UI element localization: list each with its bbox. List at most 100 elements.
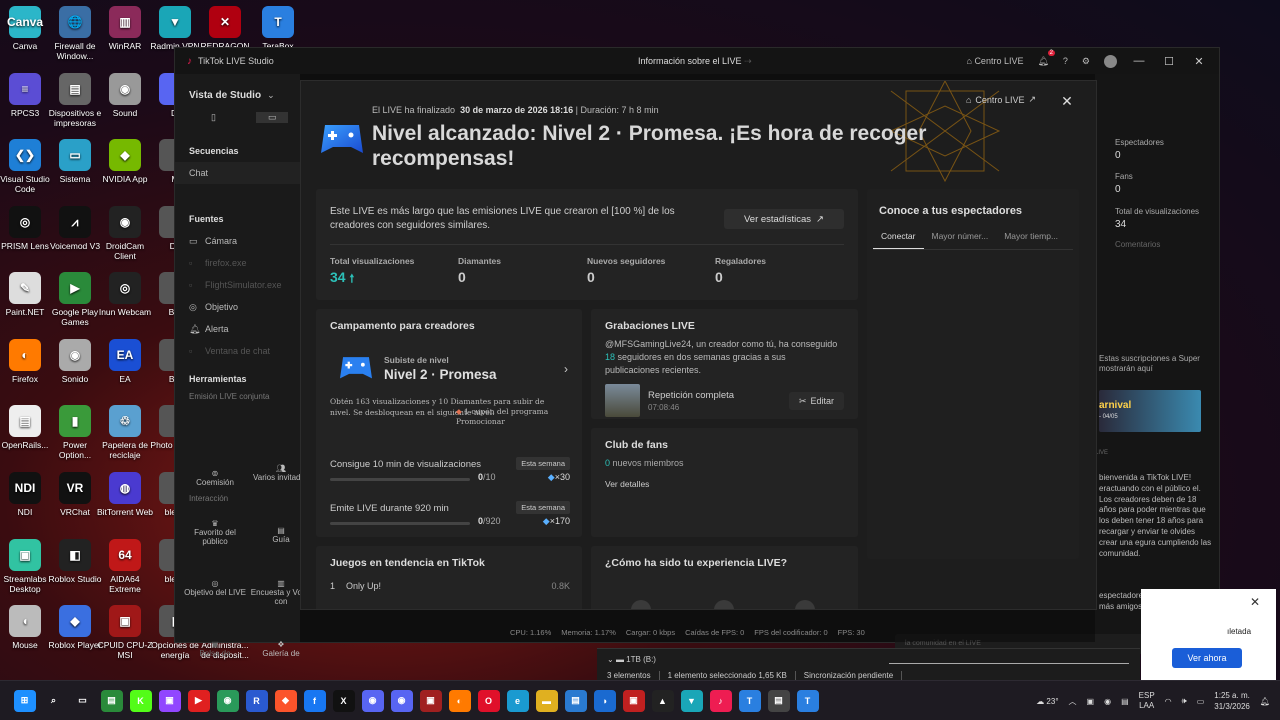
source-item[interactable]: ▫ firefox.exe: [175, 252, 300, 274]
desktop-icon[interactable]: T TeraBox: [249, 6, 307, 51]
drive-item[interactable]: ⌄ ▬ 1TB (B:): [607, 655, 656, 664]
start-icon[interactable]: ⊞: [13, 689, 36, 712]
tab-conectar[interactable]: Conectar: [873, 231, 924, 249]
modal-centro-live-label: Centro LIVE: [975, 94, 1025, 105]
landscape-icon[interactable]: ▭: [255, 111, 289, 123]
stats-card: Este LIVE es más largo que las emisiones…: [316, 189, 858, 300]
language-indicator[interactable]: ESP LAA: [1139, 691, 1155, 711]
x-icon[interactable]: X: [332, 689, 355, 712]
tab-mayor-numero[interactable]: Mayor númer...: [924, 231, 997, 249]
coemision-tool[interactable]: ⊚ Coemisión: [183, 469, 247, 487]
centro-live-label: Centro LIVE: [974, 56, 1024, 66]
source-item[interactable]: ▫ Ventana de chat: [175, 340, 300, 362]
tiktok-logo-icon: ♪: [187, 55, 192, 67]
modal-centro-live-link[interactable]: ⌂ Centro LIVE ↗: [966, 94, 1036, 105]
app2-icon[interactable]: ◉: [216, 689, 239, 712]
favorito-tool[interactable]: ♛ Favorito del público: [183, 519, 247, 546]
brave-icon[interactable]: ◆: [274, 689, 297, 712]
scene-chat[interactable]: Chat: [175, 162, 300, 184]
tab-mayor-tiempo[interactable]: Mayor tiemp...: [996, 231, 1066, 249]
explorer-icon[interactable]: ▬: [535, 689, 558, 712]
chevron-up-icon[interactable]: ︿: [1069, 696, 1077, 707]
source-item[interactable]: ▫ FlightSimulator.exe: [175, 274, 300, 296]
ver-estadisticas-button[interactable]: Ver estadísticas ↗: [724, 209, 844, 229]
close-window-icon[interactable]: ✕: [1191, 55, 1207, 68]
app-icon: ◖: [9, 605, 41, 637]
store-icon[interactable]: ▤: [564, 689, 587, 712]
app4-icon[interactable]: ▣: [419, 689, 442, 712]
source-item[interactable]: ▭ Cámara: [175, 230, 300, 252]
stat-gifters: Regaladores 0: [715, 256, 766, 285]
notification-bell-icon[interactable]: 🔔︎: [1260, 697, 1270, 706]
app6-icon[interactable]: ▲: [651, 689, 674, 712]
opera-icon[interactable]: O: [477, 689, 500, 712]
app3-icon[interactable]: R: [245, 689, 268, 712]
rating-good-icon[interactable]: [795, 600, 815, 609]
rating-ok-icon[interactable]: [714, 600, 734, 609]
avatar[interactable]: [1104, 54, 1117, 68]
taskview-icon[interactable]: ▭: [72, 690, 94, 712]
ver-detalles-link[interactable]: Ver detalles: [605, 479, 649, 489]
app-icon: ◉: [59, 339, 91, 371]
youtube-icon[interactable]: ▶: [187, 689, 210, 712]
carnival-banner[interactable]: arnival - 04/05: [1099, 390, 1201, 432]
list-item[interactable]: 1 Only Up! 0.8K: [330, 581, 570, 591]
galeria-tool[interactable]: ❖ Galería de: [249, 640, 313, 658]
home-icon: ⌂: [966, 56, 972, 66]
date: 31/3/2026: [1214, 702, 1250, 711]
favorito-label: Favorito del público: [194, 528, 236, 546]
chevron-right-icon[interactable]: ›: [564, 362, 568, 376]
clock[interactable]: 1:25 a. m. 31/3/2026: [1214, 690, 1250, 712]
desktop-icon[interactable]: ✕ REDRAGON: [196, 6, 254, 51]
maximize-icon[interactable]: ☐: [1161, 55, 1177, 68]
source-label: Alerta: [205, 324, 229, 334]
weather-icon[interactable]: ☁ 23°: [1036, 697, 1058, 706]
objetivo-live-tool[interactable]: ◎ Objetivo del LIVE: [183, 579, 247, 597]
edit-button[interactable]: ✂ Editar: [789, 392, 844, 410]
kick-icon[interactable]: K: [129, 689, 152, 712]
lang2: LAA: [1139, 701, 1155, 710]
edge-icon[interactable]: e: [506, 689, 529, 712]
app1-icon[interactable]: ▤: [100, 689, 123, 712]
battery-icon[interactable]: ▭: [1197, 697, 1205, 706]
centro-live-link[interactable]: ⌂ Centro LIVE: [966, 56, 1023, 66]
facebook-icon[interactable]: f: [303, 689, 326, 712]
espectadores-label: Espectadores: [1115, 138, 1164, 147]
task-total: /920: [483, 516, 501, 526]
terabox2-icon[interactable]: T: [796, 689, 819, 712]
replay-thumbnail[interactable]: [605, 384, 640, 417]
bell-icon[interactable]: 🔔︎ 2: [1037, 49, 1055, 67]
wifi-icon[interactable]: ◠: [1165, 697, 1172, 706]
app-icon: ◆: [59, 605, 91, 637]
discord-icon[interactable]: ◉: [361, 689, 384, 712]
tiktok-icon[interactable]: ♪: [709, 689, 732, 712]
tray-app-icon[interactable]: ▤: [1121, 697, 1129, 706]
app5-icon[interactable]: ▣: [622, 689, 645, 712]
settings-icon[interactable]: ⚙: [1082, 56, 1090, 67]
firefox-icon[interactable]: ◐: [448, 689, 471, 712]
bolsa-tool[interactable]: ▣ Bolsa de: [183, 640, 247, 658]
volume-icon[interactable]: 🕪︎: [1182, 696, 1187, 706]
modal-close-button[interactable]: ✕: [1056, 90, 1078, 112]
coupon-icon: ◆: [456, 407, 462, 416]
studio-view-dropdown[interactable]: Vista de Studio ⌄: [175, 84, 300, 106]
ver-ahora-button[interactable]: Ver ahora: [1172, 648, 1242, 668]
vpn-icon[interactable]: ▼: [680, 689, 703, 712]
tray-app-icon[interactable]: ◉: [1104, 697, 1111, 706]
source-item[interactable]: ◎ Objetivo: [175, 296, 300, 318]
temperature: 23°: [1046, 696, 1059, 706]
share-icon[interactable]: ⇢: [744, 56, 752, 66]
minimize-icon[interactable]: —: [1131, 55, 1147, 67]
tray-app-icon[interactable]: ▣: [1087, 697, 1095, 706]
twitch-icon[interactable]: ▣: [158, 689, 181, 712]
discord2-icon[interactable]: ◉: [390, 689, 413, 712]
outlook-icon[interactable]: ◑: [593, 689, 616, 712]
terabox-icon[interactable]: T: [738, 689, 761, 712]
portrait-icon[interactable]: ▯: [211, 112, 216, 123]
rating-bad-icon[interactable]: [631, 600, 651, 609]
search-icon[interactable]: ⌕: [43, 690, 65, 712]
close-notification-icon[interactable]: ✕: [1250, 595, 1260, 609]
app7-icon[interactable]: ▤: [767, 689, 790, 712]
source-item[interactable]: 🔔︎ Alerta: [175, 318, 300, 340]
help-icon[interactable]: ?: [1063, 56, 1068, 66]
